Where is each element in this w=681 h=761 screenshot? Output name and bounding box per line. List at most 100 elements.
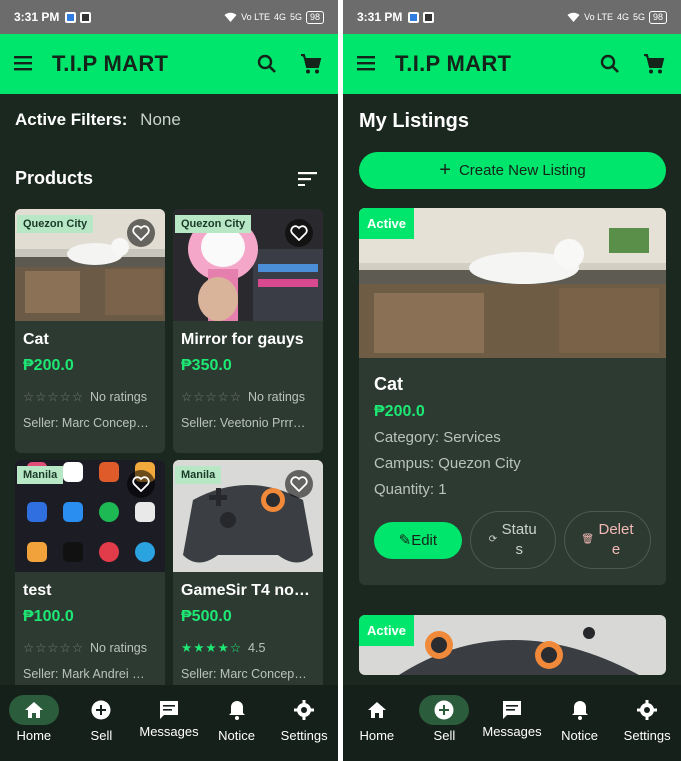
- battery-indicator: 98: [305, 10, 324, 24]
- network-5g-text: 5G: [289, 12, 302, 22]
- status-badge: Active: [359, 615, 415, 646]
- product-card[interactable]: Quezon City Cat ₱200.0 ☆☆☆☆☆ No ratings S…: [15, 209, 165, 453]
- nav-label: Messages: [482, 724, 542, 739]
- products-title: Products: [15, 168, 94, 188]
- app-title: T.I.P MART: [395, 51, 512, 76]
- status-time: 3:31 PM: [14, 10, 60, 24]
- location-tag: Quezon City: [175, 215, 252, 233]
- listing-card[interactable]: Active: [359, 615, 666, 675]
- product-rating: ★★★★☆ 4.5: [173, 626, 323, 655]
- volte-text: Vo LTE: [584, 12, 613, 22]
- listing-image: Active: [359, 615, 666, 675]
- product-seller: Seller: Mark Andrei …: [23, 667, 145, 681]
- battery-indicator: 98: [648, 10, 667, 24]
- bell-icon: [555, 695, 605, 725]
- status-badge: Active: [359, 208, 415, 239]
- status-button[interactable]: ⟳ Status: [469, 511, 557, 569]
- status-bar: 3:31 PM Vo LTE 4G 5G 98: [343, 0, 681, 34]
- menu-icon[interactable]: [14, 51, 42, 77]
- edit-button[interactable]: ✎ Edit: [374, 521, 462, 559]
- favorite-heart-icon[interactable]: [127, 219, 155, 247]
- app-title: T.I.P MART: [52, 51, 169, 76]
- product-price: ₱500.0: [181, 608, 232, 625]
- product-card[interactable]: Quezon City Mirror for gauys ₱350.0 ☆☆☆☆…: [173, 209, 323, 453]
- product-name: Mirror for gauys: [181, 331, 304, 348]
- product-seller: Seller: Marc Concep…: [23, 416, 149, 430]
- rating-text: No ratings: [90, 641, 148, 655]
- location-tag: Quezon City: [17, 215, 94, 233]
- favorite-heart-icon[interactable]: [285, 219, 313, 247]
- volte-text: Vo LTE: [241, 12, 270, 22]
- cart-icon[interactable]: [641, 51, 667, 77]
- status-label: Status: [501, 521, 537, 558]
- home-icon: [352, 695, 402, 725]
- rating-stars: ★★★★☆: [181, 641, 243, 655]
- nav-label: Settings: [280, 728, 328, 743]
- search-icon[interactable]: [254, 51, 280, 77]
- nav-label: Settings: [623, 728, 671, 743]
- nav-sell[interactable]: Sell: [68, 685, 136, 761]
- listing-card[interactable]: Active Cat ₱200.0 Category: Services Cam…: [359, 208, 666, 585]
- create-listing-label: Create New Listing: [458, 162, 586, 179]
- product-rating: ☆☆☆☆☆ No ratings: [15, 375, 165, 404]
- favorite-heart-icon[interactable]: [285, 470, 313, 498]
- listing-category: Category: Services: [374, 429, 501, 446]
- product-price: ₱100.0: [23, 608, 74, 625]
- product-name: test: [23, 582, 52, 599]
- nav-messages[interactable]: Messages: [135, 685, 203, 761]
- product-card[interactable]: Manila test ₱100.0 ☆☆☆☆☆ No ratings Selle…: [15, 460, 165, 704]
- listing-actions: ✎ Edit ⟳ Status 🗑 Delete: [359, 499, 666, 585]
- network-5g-text: 5G: [632, 12, 645, 22]
- wifi-icon: [567, 12, 580, 22]
- nav-sell[interactable]: Sell: [411, 685, 479, 761]
- delete-label: Delete: [598, 521, 634, 558]
- rating-stars: ☆☆☆☆☆: [181, 390, 243, 404]
- product-image: Manila: [15, 460, 165, 572]
- home-icon: [8, 695, 59, 725]
- refresh-icon: ⟳: [488, 534, 498, 545]
- rating-text: No ratings: [90, 390, 148, 404]
- product-image: Manila: [173, 460, 323, 572]
- plus-icon: +: [439, 159, 451, 181]
- create-listing-button[interactable]: + Create New Listing: [359, 152, 666, 189]
- edit-label: Edit: [411, 531, 438, 549]
- nav-label: Sell: [90, 728, 113, 743]
- filters-label: Active Filters:: [15, 110, 128, 129]
- product-rating: ☆☆☆☆☆ No ratings: [15, 626, 165, 655]
- add-circle-icon: [76, 695, 126, 725]
- listing-price: ₱200.0: [374, 403, 425, 420]
- product-image: Quezon City: [173, 209, 323, 321]
- nav-notice[interactable]: Notice: [546, 685, 614, 761]
- bottom-navigation: Home Sell Messages Notice Settings: [0, 685, 338, 761]
- product-name: Cat: [23, 331, 49, 348]
- nav-label: Home: [359, 728, 395, 743]
- messenger-notification-icon: [65, 11, 77, 23]
- rating-stars: ☆☆☆☆☆: [23, 390, 85, 404]
- listing-image: Active: [359, 208, 666, 358]
- page-title: My Listings: [359, 110, 470, 132]
- nav-messages[interactable]: Messages: [478, 685, 546, 761]
- product-image: Quezon City: [15, 209, 165, 321]
- product-card[interactable]: Manila GameSir T4 no… ₱500.0 ★★★★☆ 4.5 Se…: [173, 460, 323, 704]
- search-icon[interactable]: [597, 51, 623, 77]
- filters-value: None: [140, 110, 181, 129]
- nav-settings[interactable]: Settings: [270, 685, 338, 761]
- menu-icon[interactable]: [357, 51, 385, 77]
- favorite-heart-icon[interactable]: [127, 470, 155, 498]
- listing-name: Cat: [374, 374, 404, 394]
- status-bar: 3:31 PM Vo LTE 4G 5G 98: [0, 0, 338, 34]
- cart-icon[interactable]: [298, 51, 324, 77]
- message-icon: [487, 695, 537, 725]
- add-circle-icon: [419, 695, 470, 725]
- nav-settings[interactable]: Settings: [613, 685, 681, 761]
- nav-notice[interactable]: Notice: [203, 685, 271, 761]
- status-time: 3:31 PM: [357, 10, 403, 24]
- app-notification-icon: [423, 11, 435, 23]
- nav-home[interactable]: Home: [343, 685, 411, 761]
- sort-icon[interactable]: [298, 171, 318, 186]
- location-tag: Manila: [175, 466, 222, 484]
- delete-button[interactable]: 🗑 Delete: [564, 511, 651, 569]
- bell-icon: [212, 695, 262, 725]
- app-notification-icon: [80, 11, 92, 23]
- nav-home[interactable]: Home: [0, 685, 68, 761]
